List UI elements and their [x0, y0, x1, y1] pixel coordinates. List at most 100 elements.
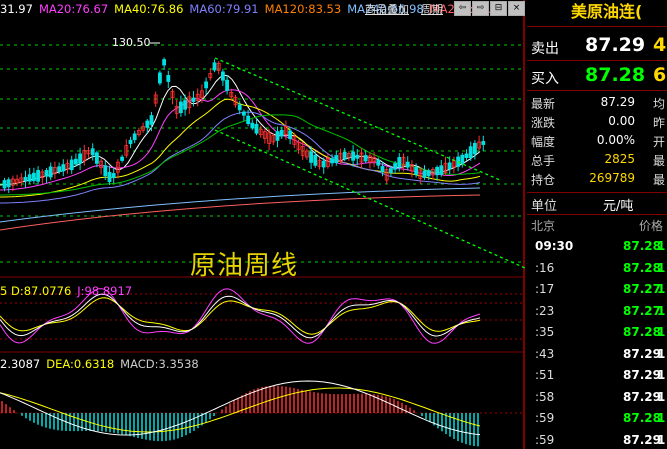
stat-row: 涨跌 0.00 昨: [527, 114, 667, 132]
period-link[interactable]: 周期: [420, 1, 444, 17]
candle-body: [439, 165, 444, 175]
tick-header: 北京 价格: [527, 217, 667, 235]
tick-price: 87.28: [623, 239, 661, 253]
tick-row: :59 87.29 1: [527, 433, 667, 449]
divider: [527, 26, 667, 27]
candle-body: [103, 165, 108, 177]
candle-body: [435, 167, 440, 176]
candle-body: [237, 104, 242, 111]
candle-body: [393, 163, 398, 170]
candle-body: [44, 170, 49, 177]
candle-body: [414, 167, 419, 175]
stat-value: 2825: [604, 152, 635, 166]
candle-body: [376, 159, 381, 166]
legend-item: MACD:3.3538: [120, 357, 199, 371]
chart-canvas[interactable]: [0, 0, 525, 449]
legend-item: MA60:79.91: [189, 2, 259, 16]
candle-body: [6, 179, 11, 188]
tick-price: 87.27: [623, 282, 661, 296]
tick-time: :17: [535, 282, 555, 296]
candle-body: [111, 173, 116, 179]
overlay-link[interactable]: 商品叠加: [364, 1, 410, 17]
tick-volume: 1: [657, 368, 666, 382]
minimize-icon[interactable]: ⊟: [490, 1, 507, 16]
stat-value: 0.00: [608, 114, 635, 128]
candle-body: [90, 148, 95, 156]
buy-volume: 6: [653, 64, 667, 86]
candle-body: [132, 133, 137, 141]
unit-value: 元/吨: [603, 199, 634, 214]
stat-row: 持仓 269789 最: [527, 171, 667, 189]
candle-body: [426, 170, 431, 177]
close-icon[interactable]: ×: [508, 1, 525, 16]
ma240-line: [0, 194, 481, 231]
tick-volume: 1: [657, 260, 666, 275]
stat-value: 0.00%: [596, 133, 635, 147]
candle-body: [388, 168, 393, 174]
candle-body: [241, 111, 246, 116]
candle-body: [246, 115, 251, 125]
tick-volume: 1: [657, 389, 666, 404]
stat-extra: 最: [653, 173, 666, 187]
tick-row: :16 87.28 1: [527, 261, 667, 281]
divider: [527, 192, 667, 193]
candle-body: [162, 59, 167, 66]
candle-body: [363, 155, 368, 162]
tick-price: 87.29: [623, 368, 661, 382]
tick-time: 09:30: [535, 239, 574, 253]
tick-volume: 1: [657, 411, 666, 425]
stat-extra: 开: [653, 135, 666, 149]
macd-legend: 2.3087 DEA:0.6318 MACD:3.3538: [0, 357, 205, 371]
candle-body: [313, 154, 318, 166]
tick-price: 87.29: [623, 432, 661, 447]
prev-icon[interactable]: ⇦: [454, 1, 471, 16]
ma120-line: [0, 114, 481, 196]
next-icon[interactable]: ⇨: [472, 1, 489, 16]
candle-body: [95, 152, 99, 164]
candle-body: [355, 154, 360, 159]
tick-price: 87.27: [623, 303, 661, 318]
tick-time: :58: [535, 389, 555, 404]
candle-body: [128, 139, 133, 145]
candle-body: [321, 160, 326, 168]
stat-value: 269789: [589, 171, 635, 185]
tick-volume: 1: [657, 239, 666, 253]
candle-body: [334, 155, 339, 164]
candle-body: [149, 115, 154, 125]
candle-body: [472, 142, 477, 155]
stat-label: 幅度: [531, 135, 556, 149]
candle-body: [212, 62, 217, 71]
stat-label: 最新: [531, 97, 556, 111]
tick-time: :23: [535, 303, 555, 318]
candle-body: [183, 100, 188, 110]
candle-body: [57, 166, 61, 172]
candle-body: [330, 158, 335, 164]
tick-volume: 1: [657, 282, 666, 296]
candle-body: [27, 174, 32, 182]
candle-body: [61, 164, 66, 172]
candle-body: [32, 172, 36, 182]
legend-item: MA20:76.67: [38, 2, 109, 16]
legend-item: MA120:83.53: [264, 2, 342, 16]
buy-row[interactable]: 买入 87.28 6: [527, 63, 667, 89]
dea-line: [0, 387, 481, 433]
sell-row[interactable]: 卖出 87.29 4: [527, 33, 667, 59]
sell-price: 87.29: [585, 34, 646, 56]
tick-row: :59 87.28 1: [527, 411, 667, 431]
kline-chart-area[interactable]: 31.97 MA20:76.67 MA40:76.86 MA60:79.91 MA120…: [0, 0, 525, 449]
candle-body: [380, 166, 385, 172]
tick-price: 87.28: [623, 411, 661, 425]
candle-body: [447, 162, 452, 170]
tick-price: 87.29: [623, 389, 661, 404]
tick-time: :59: [535, 411, 555, 425]
instrument-name: 美原油连(: [571, 2, 643, 21]
sell-label: 卖出: [531, 41, 559, 57]
candle-body: [422, 170, 427, 178]
tick-row: :51 87.29 1: [527, 368, 667, 388]
candle-body: [69, 159, 74, 171]
candle-body: [309, 151, 314, 163]
candle-body: [288, 130, 293, 140]
candle-body: [74, 158, 78, 165]
kdj-legend: 5 D:87.0776 J:98.8917: [0, 284, 138, 298]
quote-panel: 美原油连( 卖出 87.29 4 买入 87.28 6 最新 87.29 均涨跌 0.…: [527, 0, 667, 449]
